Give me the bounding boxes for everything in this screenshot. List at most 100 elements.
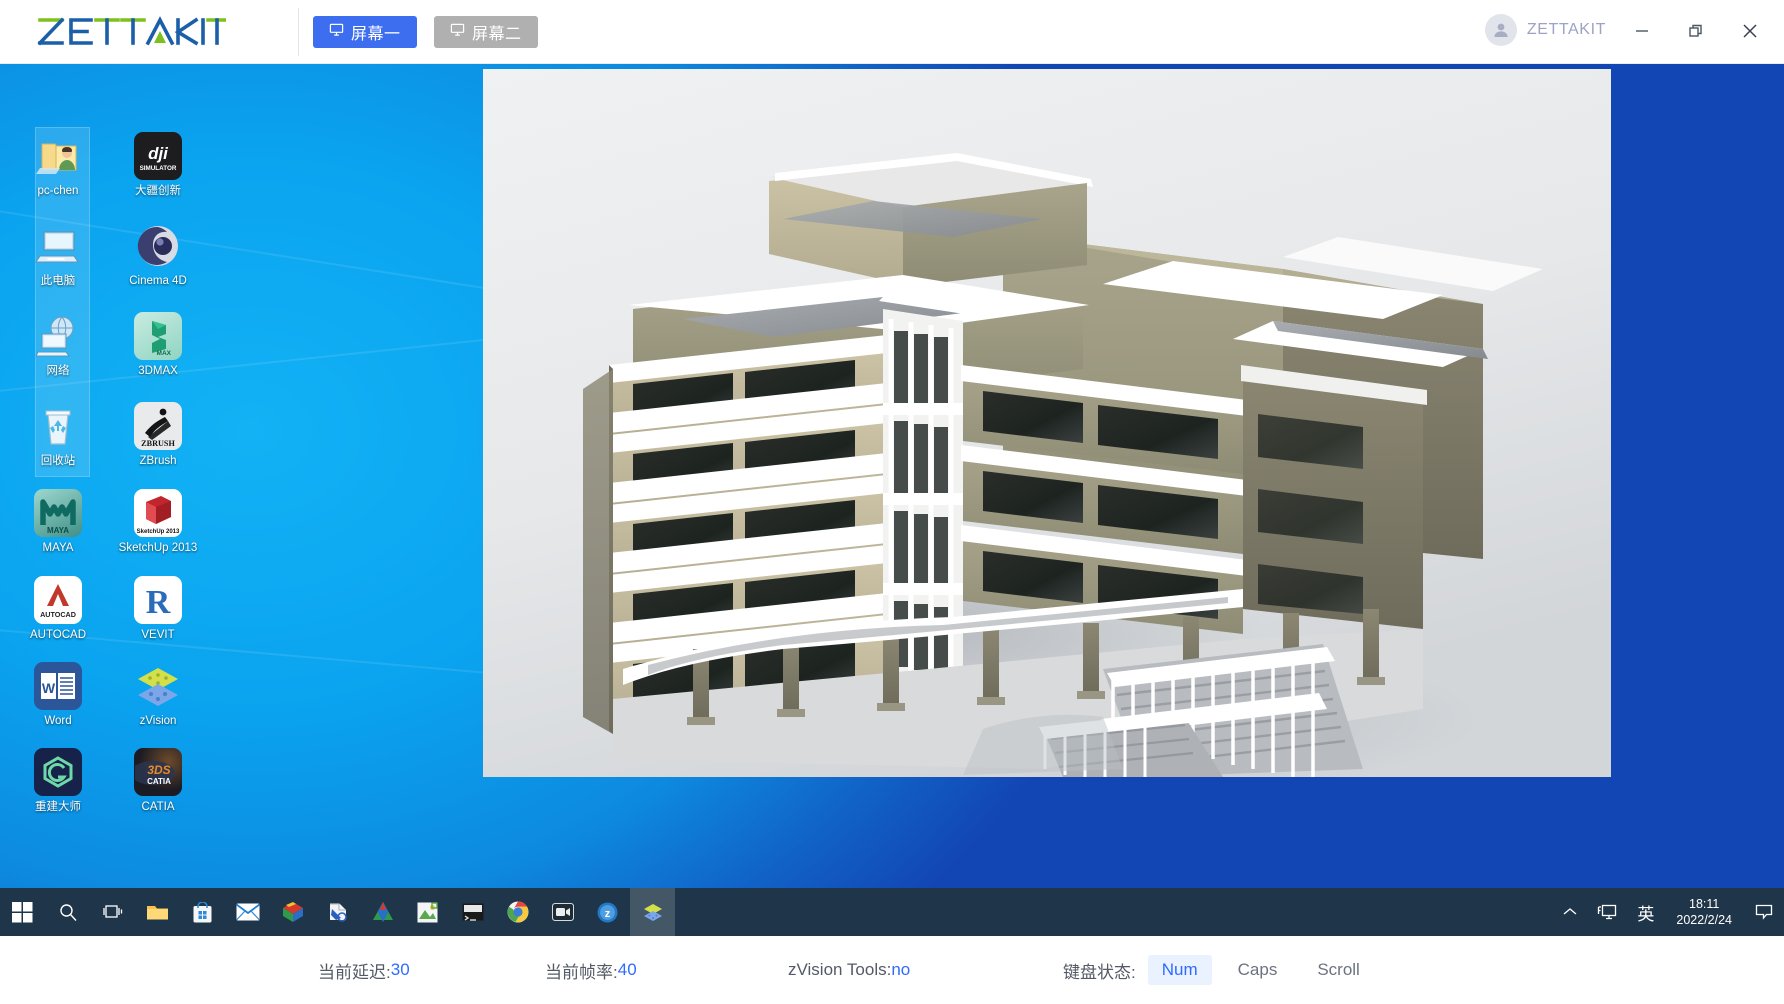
latency-status: 当前延迟: 30 xyxy=(318,958,410,983)
desktop-icon-label: AUTOCAD xyxy=(29,629,87,641)
restore-button[interactable] xyxy=(1674,10,1718,52)
desktop-icons: pc-chen 此电脑 网络 回收站 MAYA MAYA AUTOCAD AUT… xyxy=(0,64,240,864)
ime-monitor-icon[interactable] xyxy=(1587,888,1627,936)
desktop-icon-this-pc[interactable]: 此电脑 xyxy=(10,222,106,288)
word-icon: W xyxy=(34,662,82,710)
keyboard-status: 键盘状态: Num Caps Scroll xyxy=(1063,955,1374,985)
store-icon[interactable] xyxy=(180,888,225,936)
avatar xyxy=(1484,14,1517,46)
tab-screen-one[interactable]: 屏幕一 xyxy=(313,16,417,48)
desktop-icon-network[interactable]: 网络 xyxy=(10,312,106,378)
fps-value: 40 xyxy=(617,960,637,979)
scroll-lock-indicator[interactable]: Scroll xyxy=(1303,955,1374,985)
latency-label: 当前延迟: xyxy=(318,962,391,982)
svg-text:SIMULATOR: SIMULATOR xyxy=(140,165,177,172)
network-icon xyxy=(34,312,82,360)
desktop-icon-label: ZBrush xyxy=(139,455,177,467)
desktop-icon-label: zVision xyxy=(139,715,177,727)
bluebeam-icon[interactable] xyxy=(315,888,360,936)
monitor-icon xyxy=(329,22,344,42)
sketchup-icon[interactable] xyxy=(270,888,315,936)
desktop-icon-zbrush[interactable]: ZBRUSH ZBrush xyxy=(110,402,206,468)
latency-value: 30 xyxy=(390,960,410,979)
minimize-button[interactable] xyxy=(1620,10,1664,52)
zbrush-icon: ZBRUSH xyxy=(134,402,182,450)
mail-icon[interactable] xyxy=(225,888,270,936)
catia-icon: 3DS CATIA xyxy=(134,748,182,796)
tab-screen-two[interactable]: 屏幕二 xyxy=(434,16,538,48)
task-view-icon[interactable] xyxy=(90,888,135,936)
ime-language-label[interactable]: 英 xyxy=(1627,888,1664,936)
terminal-icon[interactable] xyxy=(450,888,495,936)
3d-model-viewport[interactable] xyxy=(483,69,1611,777)
sketchup-icon: SketchUp 2013 xyxy=(134,489,182,537)
chongjian-dashi-icon xyxy=(34,748,82,796)
num-lock-indicator[interactable]: Num xyxy=(1147,955,1212,985)
svg-text:CATIA: CATIA xyxy=(147,777,171,786)
desktop-icon-label: 重建大师 xyxy=(35,801,81,813)
user-account[interactable]: ZETTAKIT xyxy=(1484,14,1606,46)
autocad-icon[interactable] xyxy=(360,888,405,936)
fps-label: 当前帧率: xyxy=(545,962,618,982)
user-folder-icon xyxy=(34,132,82,180)
chrome-icon[interactable] xyxy=(495,888,540,936)
desktop-icon-label: 此电脑 xyxy=(40,275,76,287)
desktop-icon-catia[interactable]: 3DS CATIA CATIA xyxy=(110,748,206,814)
search-icon[interactable] xyxy=(45,888,90,936)
desktop-icon-label: VEVIT xyxy=(141,629,175,641)
user-name-label: ZETTAKIT xyxy=(1526,21,1606,38)
desktop-icon-pc-chen[interactable]: pc-chen xyxy=(10,132,106,198)
autocad-icon: AUTOCAD xyxy=(34,576,82,624)
keyboard-status-label: 键盘状态: xyxy=(1063,962,1136,982)
maya-icon: MAYA xyxy=(34,489,82,537)
start-button[interactable] xyxy=(0,888,45,936)
desktop-icon-label: MAYA xyxy=(42,542,74,554)
desktop-icon-label: Word xyxy=(44,715,72,727)
clock-date: 2022/2/24 xyxy=(1676,913,1732,927)
titlebar-divider xyxy=(298,8,299,56)
caps-lock-indicator[interactable]: Caps xyxy=(1224,955,1292,985)
camera-icon[interactable] xyxy=(540,888,585,936)
cinema4d-icon xyxy=(134,222,182,270)
desktop-icon-sketchup[interactable]: SketchUp 2013 SketchUp 2013 xyxy=(110,489,206,555)
desktop-icon-label: 回收站 xyxy=(40,455,76,467)
notification-icon[interactable] xyxy=(1744,888,1784,936)
desktop-icon-zvision[interactable]: zVision xyxy=(110,662,206,728)
zvision-icon xyxy=(134,662,182,710)
zvision-tools-status: zVision Tools: no xyxy=(788,960,910,980)
desktop-icon-autocad[interactable]: AUTOCAD AUTOCAD xyxy=(10,576,106,642)
desktop-icon-label: CATIA xyxy=(141,801,175,813)
desktop-icon-3dsmax[interactable]: MAX 3DMAX xyxy=(110,312,206,378)
desktop-icon-revit[interactable]: R VEVIT xyxy=(110,576,206,642)
zettakit-logo xyxy=(36,12,226,52)
monitor-icon xyxy=(450,22,465,42)
revit-icon: R xyxy=(134,576,182,624)
clock-time: 18:11 xyxy=(1689,897,1720,911)
taskbar-clock[interactable]: 18:11 2022/2/24 xyxy=(1664,888,1744,936)
windows-taskbar: z 英 18:11 2022/2/24 xyxy=(0,888,1784,936)
desktop-icon-recycle-bin[interactable]: 回收站 xyxy=(10,402,106,468)
svg-text:MAYA: MAYA xyxy=(47,526,69,535)
status-bar: 当前延迟: 30 当前帧率: 40 zVision Tools: no 键盘状态… xyxy=(0,936,1784,1004)
close-button[interactable] xyxy=(1728,10,1772,52)
desktop-icon-chongjian-dashi[interactable]: 重建大师 xyxy=(10,748,106,814)
desktop-icon-dji[interactable]: dji SIMULATOR 大疆创新 xyxy=(110,132,206,198)
fps-status: 当前帧率: 40 xyxy=(545,958,637,983)
show-hidden-icons-chevron[interactable] xyxy=(1553,888,1587,936)
desktop-icon-word[interactable]: W Word xyxy=(10,662,106,728)
svg-text:SketchUp 2013: SketchUp 2013 xyxy=(137,529,180,535)
tools-label: zVision Tools: xyxy=(788,960,892,979)
desktop-icon-label: SketchUp 2013 xyxy=(118,542,198,554)
tab-screen-one-label: 屏幕一 xyxy=(351,26,401,43)
this-pc-icon xyxy=(34,222,82,270)
remote-screen[interactable]: pc-chen 此电脑 网络 回收站 MAYA MAYA AUTOCAD AUT… xyxy=(0,64,1784,936)
z-icon[interactable]: z xyxy=(585,888,630,936)
photo-icon[interactable] xyxy=(405,888,450,936)
desktop-icon-cinema4d[interactable]: Cinema 4D xyxy=(110,222,206,288)
folder-icon[interactable] xyxy=(135,888,180,936)
title-bar: 屏幕一 屏幕二 ZETTAKIT xyxy=(0,0,1784,64)
desktop-icon-maya[interactable]: MAYA MAYA xyxy=(10,489,106,555)
svg-text:3DS: 3DS xyxy=(147,763,170,777)
tab-screen-two-label: 屏幕二 xyxy=(472,26,522,43)
zvision-taskbar-button[interactable] xyxy=(630,888,675,936)
